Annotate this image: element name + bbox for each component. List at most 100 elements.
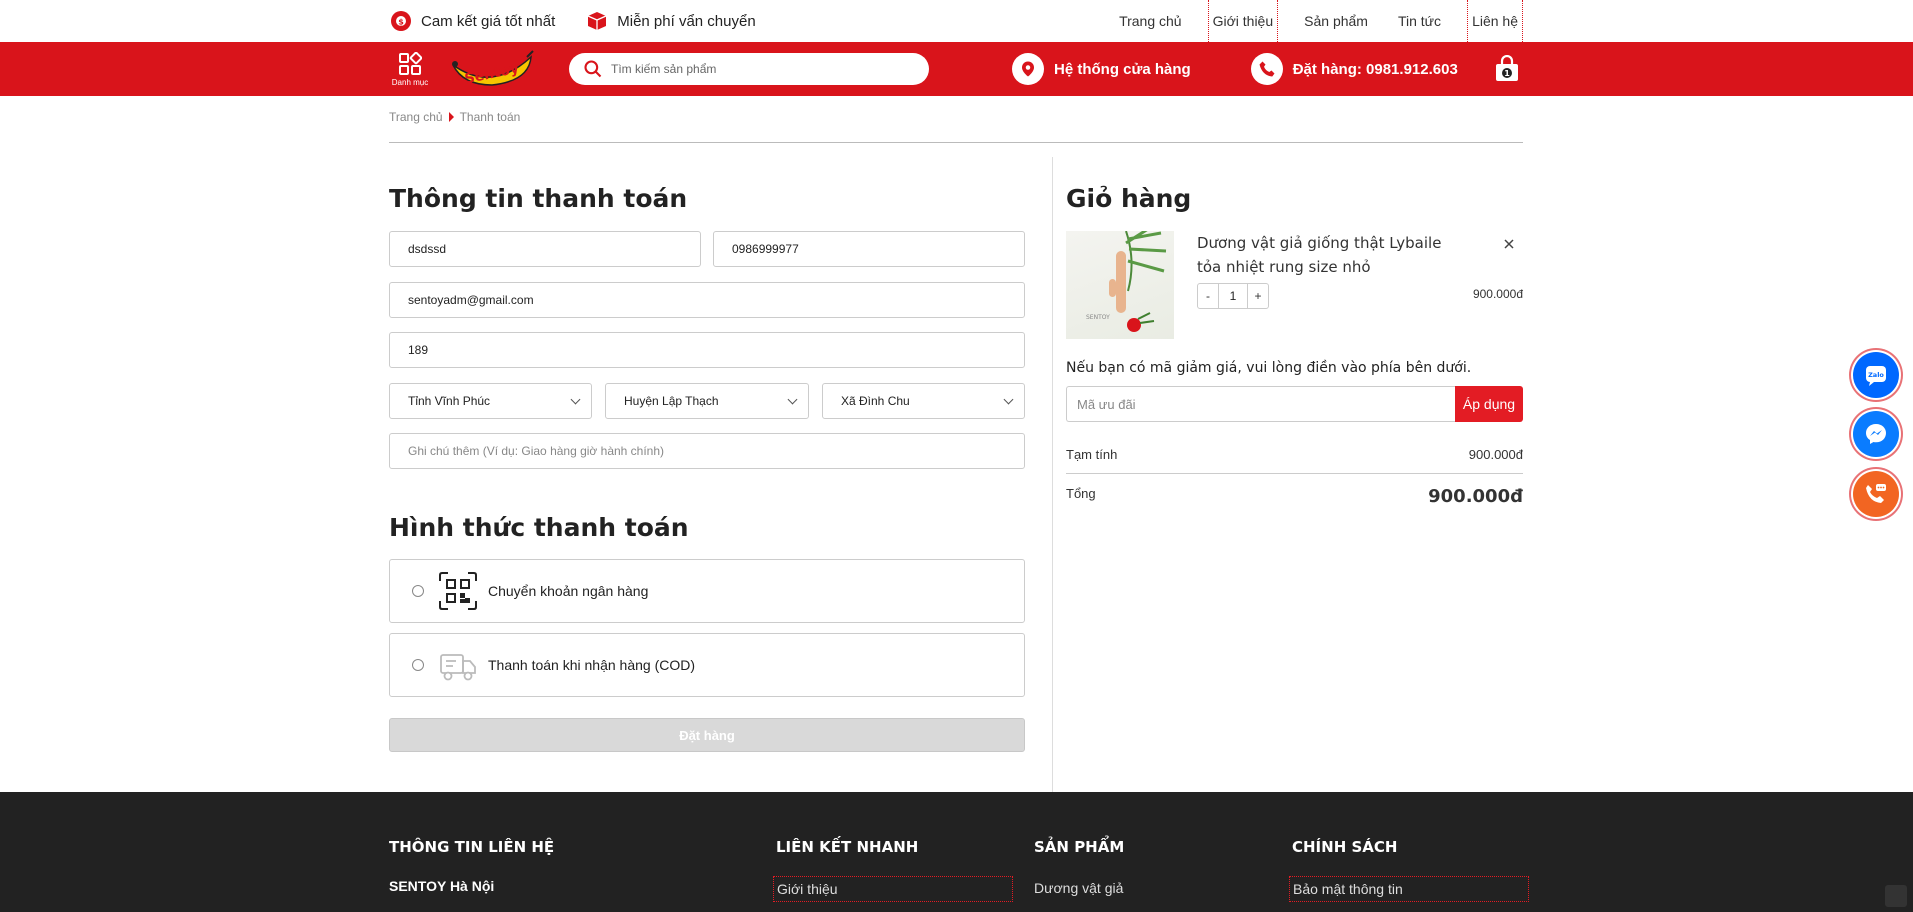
bank-option-label: Chuyển khoản ngân hàng [488, 583, 649, 599]
note-field[interactable]: Ghi chú thêm (Ví dụ: Giao hàng giờ hành … [389, 433, 1025, 469]
footer-products-title: SẢN PHẨM [1034, 838, 1125, 856]
svg-text:$: $ [398, 18, 404, 27]
province-value: Tỉnh Vĩnh Phúc [408, 394, 491, 408]
footer-link-privacy[interactable]: Bảo mật thông tin [1289, 876, 1529, 902]
column-divider [1052, 157, 1053, 792]
footer-quick-links-title: LIÊN KẾT NHANH [776, 838, 919, 856]
email-field[interactable]: sentoyadm@gmail.com [389, 282, 1025, 318]
category-menu-label: Danh mục [391, 77, 429, 87]
district-value: Huyện Lập Thạch [624, 394, 719, 408]
settings-corner-icon[interactable] [1885, 885, 1907, 907]
district-select[interactable]: Huyện Lập Thạch [605, 383, 809, 419]
product-image: SENTOY [1086, 231, 1167, 332]
chevron-down-icon [570, 394, 581, 404]
apply-coupon-button[interactable]: Áp dụng [1455, 386, 1523, 422]
cart-bag-icon[interactable]: 1 [1494, 55, 1520, 83]
messenger-button[interactable] [1853, 411, 1899, 457]
phone-chat-icon [1866, 484, 1886, 503]
search-input[interactable] [611, 62, 901, 76]
ward-select[interactable]: Xã Đình Chu [822, 383, 1025, 419]
cod-radio[interactable] [412, 659, 424, 671]
top-bar: $ Cam kết giá tốt nhất Miễn phí vẩn chuy… [0, 0, 1913, 42]
product-thumbnail[interactable]: SENTOY [1066, 231, 1174, 339]
top-nav: Trang chủ Giới thiệu Sản phẩm Tin tức Li… [1093, 0, 1523, 42]
cart-title: Giỏ hàng [1066, 184, 1192, 213]
phone-icon [1259, 61, 1275, 77]
store-system-label: Hệ thống cửa hàng [1054, 60, 1191, 78]
chevron-down-icon [787, 394, 798, 404]
product-name[interactable]: Dương vật giả giống thật Lybaile tỏa nhi… [1197, 231, 1467, 279]
bank-radio[interactable] [412, 585, 424, 597]
coupon-note: Nếu bạn có mã giảm giá, vui lòng điền và… [1066, 360, 1472, 376]
total-label: Tổng [1066, 486, 1096, 501]
billing-title: Thông tin thanh toán [389, 184, 688, 213]
messenger-icon [1866, 424, 1886, 444]
svg-text:Zalo: Zalo [1868, 371, 1884, 379]
search-icon [584, 60, 602, 78]
subtotal-row: Tạm tính 900.000đ [1066, 447, 1523, 474]
breadcrumb: Trang chủ Thanh toán [389, 110, 520, 124]
search-bar[interactable] [569, 53, 929, 85]
ward-value: Xã Đình Chu [841, 394, 910, 408]
qty-minus-button[interactable]: - [1198, 284, 1218, 308]
total-value: 900.000đ [1428, 486, 1523, 507]
total-row: Tổng 900.000đ [1066, 486, 1523, 507]
province-select[interactable]: Tỉnh Vĩnh Phúc [389, 383, 592, 419]
chevron-down-icon [1003, 394, 1014, 404]
grid-menu-icon [399, 51, 422, 75]
hotline-label: Đặt hàng: 0981.912.603 [1292, 60, 1458, 78]
footer-products: SẢN PHẨM Dương vật giả [1034, 838, 1126, 900]
phone-field[interactable]: 0986999977 [713, 231, 1025, 267]
price-guarantee-icon: $ [391, 11, 411, 31]
footer-branch-name: SENTOY Hà Nội [389, 878, 495, 894]
main-header: Danh mục Sentoy Hệ thống cửa hàng Đặt hà… [0, 42, 1913, 96]
promo-strip: $ Cam kết giá tốt nhất Miễn phí vẩn chuy… [389, 9, 756, 33]
qty-plus-button[interactable]: + [1248, 284, 1268, 308]
qr-code-icon [439, 572, 477, 610]
footer-quick-links: LIÊN KẾT NHANH Giới thiệu [773, 838, 1013, 902]
breadcrumb-current: Thanh toán [459, 110, 521, 124]
call-button[interactable] [1853, 471, 1899, 517]
payment-option-cod[interactable]: Thanh toán khi nhận hàng (COD) [389, 633, 1025, 697]
promo-free-shipping: Miễn phí vẩn chuyển [585, 9, 756, 33]
breadcrumb-home[interactable]: Trang chủ [389, 110, 443, 124]
name-field[interactable]: dsdssd [389, 231, 701, 267]
footer-contact: THÔNG TIN LIÊN HỆ SENTOY Hà Nội [389, 838, 554, 894]
product-price: 900.000đ [1472, 287, 1523, 301]
sentoy-logo[interactable]: Sentoy [449, 47, 535, 91]
footer-link-product[interactable]: Dương vật giả [1031, 876, 1126, 900]
nav-news[interactable]: Tin tức [1394, 0, 1445, 42]
nav-about[interactable]: Giới thiệu [1207, 0, 1279, 42]
breadcrumb-arrow-icon [448, 112, 454, 122]
qty-input[interactable]: 1 [1218, 284, 1248, 308]
zalo-button[interactable]: Zalo [1853, 352, 1899, 398]
footer-link-about[interactable]: Giới thiệu [773, 876, 1013, 902]
footer-policies-title: CHÍNH SÁCH [1292, 838, 1398, 856]
cart-count: 1 [1504, 69, 1510, 78]
promo-free-shipping-label: Miễn phí vẩn chuyển [617, 12, 756, 30]
free-shipping-box-icon [587, 12, 607, 30]
nav-contact[interactable]: Liên hệ [1467, 0, 1523, 42]
footer-policies: CHÍNH SÁCH Bảo mật thông tin [1289, 838, 1529, 902]
payment-option-bank[interactable]: Chuyển khoản ngân hàng [389, 559, 1025, 623]
footer-contact-title: THÔNG TIN LIÊN HỆ [389, 838, 555, 856]
promo-best-price-label: Cam kết giá tốt nhất [421, 12, 556, 30]
category-menu-button[interactable]: Danh mục [389, 51, 431, 87]
location-pin-icon [1022, 61, 1034, 77]
breadcrumb-divider [389, 142, 1523, 143]
nav-home[interactable]: Trang chủ [1115, 0, 1186, 42]
subtotal-label: Tạm tính [1066, 447, 1118, 462]
place-order-button[interactable]: Đặt hàng [389, 718, 1025, 752]
product-image-brand: SENTOY [1086, 314, 1110, 321]
payment-title: Hình thức thanh toán [389, 513, 689, 542]
hotline-link[interactable]: Đặt hàng: 0981.912.603 [1250, 53, 1458, 85]
store-system-link[interactable]: Hệ thống cửa hàng [1012, 53, 1191, 85]
address-field[interactable]: 189 [389, 332, 1025, 368]
coupon-input[interactable] [1066, 386, 1455, 422]
close-icon[interactable] [1502, 237, 1516, 251]
quantity-stepper: - 1 + [1197, 283, 1269, 309]
nav-products[interactable]: Sản phẩm [1300, 0, 1372, 42]
subtotal-value: 900.000đ [1468, 447, 1523, 462]
promo-best-price: $ Cam kết giá tốt nhất [389, 9, 555, 33]
footer: THÔNG TIN LIÊN HỆ SENTOY Hà Nội LIÊN KẾT… [0, 792, 1913, 912]
